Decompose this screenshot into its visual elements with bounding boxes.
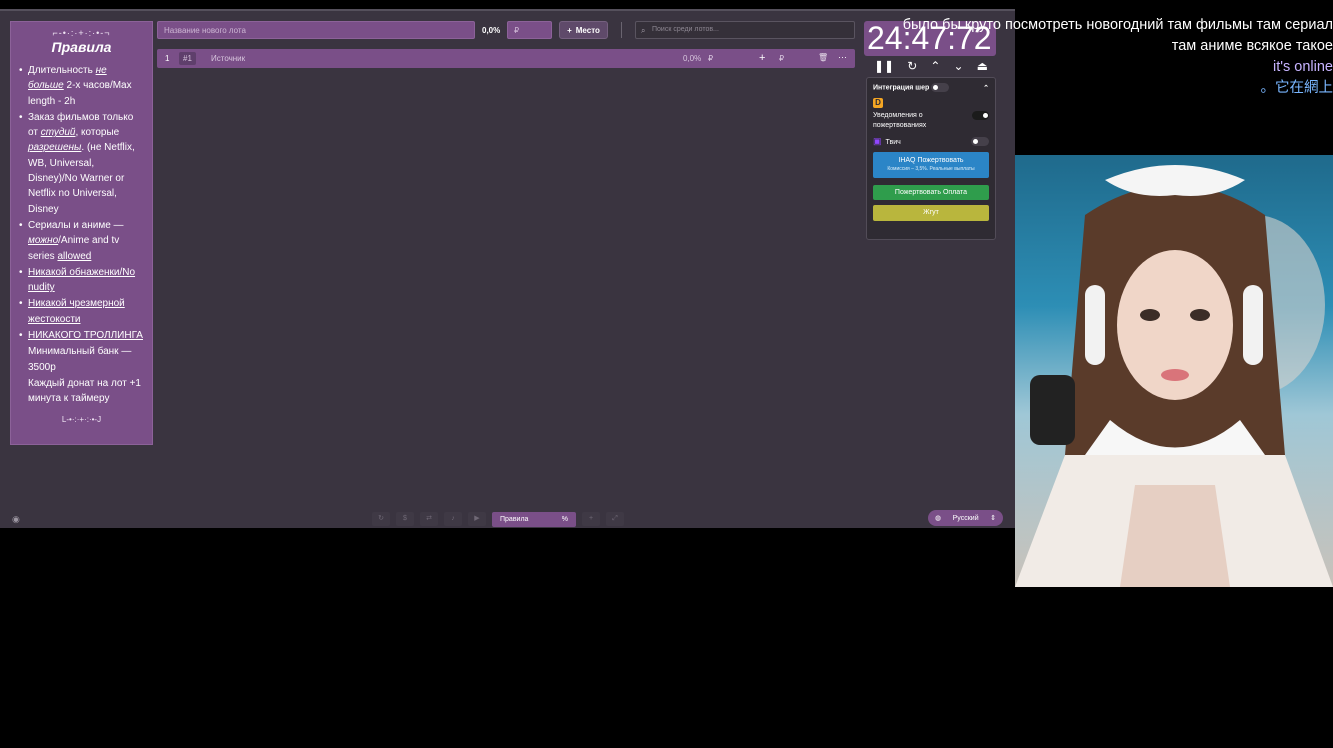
search-icon: ⌕ [641,26,646,35]
rule-no-violence: Никакой чрезмерной жестокости [19,296,144,327]
add-place-label: Место [575,25,600,35]
bottom-toolbar: ↻ $ ⇄ ♪ ▶ Правила % + ⤢ [372,511,624,527]
rule-duration: Длительность не больше 2-х часов/Max len… [19,63,144,109]
rules-tab[interactable]: Правила % [492,511,576,527]
language-select[interactable]: ◍ Русский ⇕ [928,510,1003,526]
twitch-icon: ▣ [873,136,882,146]
webcam-figure [1015,165,1333,587]
lot-tag: #1 [179,52,196,65]
chevron-updown-icon: ⇕ [990,515,996,522]
notifications-toggle[interactable] [972,111,989,120]
lot-add-amount-input[interactable]: ₽ [779,54,784,63]
eye-icon[interactable]: ◉ [12,514,20,525]
globe-icon: ◍ [935,515,942,522]
rule-min-bank: Минимальный банк — 3500р [28,346,132,373]
lot-index: 1 [165,54,170,63]
rules-list: Длительность не больше 2-х часов/Max len… [19,63,144,407]
rules-ornament-top: ⌐-•·:·+·:·•-¬ [52,28,111,38]
ihaq-label: IHAQ Пожертвовать [898,157,964,164]
plus-icon[interactable]: + [582,512,600,526]
rule-donate-timer: Каждый донат на лот +1 минута к таймеру [28,377,141,405]
jgut-button[interactable]: Жгут [873,205,989,221]
add-place-button[interactable]: + Место [559,21,608,39]
donationalerts-icon: D [873,98,883,108]
lot-row: 1 #1 Источник 0,0% ₽ + ₽ 🗑 ··· [157,49,855,68]
shuffle-icon[interactable]: ⇄ [420,512,438,526]
pause-icon[interactable]: ❚❚ [874,59,894,73]
twitch-row: ▣ Твич [873,136,989,147]
rule-studios: Заказ фильмов только от студий, которые … [19,110,144,217]
ihaq-donate-button[interactable]: IHAQ Пожертвовать Комиссия – 3,5%. Реаль… [873,152,989,178]
percent-icon: % [561,515,568,523]
chat-line: там аниме всякое такое [1171,38,1333,54]
donate-pay-button[interactable]: Пожертвовать Оплата [873,185,989,200]
video-icon[interactable]: ▶ [468,512,486,526]
lot-amount: ₽ [708,54,714,63]
rule-no-nudity: Никакой обнаженки/No nudity [19,265,144,296]
notifications-label: Уведомления о пожертвованиях [873,112,927,129]
rules-title: Правила [51,39,112,55]
dollar-icon[interactable]: $ [396,512,414,526]
twitch-label: Твич [885,139,901,146]
rules-ornament-bottom: L-•·:·+·:·•-J [61,415,102,424]
new-lot-amount-input[interactable]: ₽ [507,21,552,39]
integration-panel: Интеграция шер ⌃ D Уведомления о пожертв… [866,77,996,240]
trash-icon[interactable]: 🗑 [818,53,828,62]
new-lot-name-input[interactable]: Название нового лота [157,21,475,39]
bell-icon[interactable]: ♪ [444,512,462,526]
chat-overlay: было бы круто посмотреть новогодний там … [903,15,1333,99]
chat-line: было бы круто посмотреть новогодний там … [902,17,1333,33]
chat-line: 。它在網上 [1260,80,1333,96]
chat-line: it's online [1273,59,1333,75]
rules-panel: ⌐-•·:·+·:·•-¬ Правила Длительность не бо… [10,21,153,445]
search-placeholder: Поиск среди лотов... [652,26,719,33]
ihaq-sublabel: Комиссия – 3,5%. Реальные выплаты [887,166,975,172]
plus-icon: + [567,25,572,35]
webcam-feed [1015,155,1333,587]
link-icon[interactable]: ⤢ [606,512,624,526]
refresh-icon[interactable]: ↻ [372,512,390,526]
new-lot-percent: 0,0% [482,26,501,35]
rule-no-trolling: НИКАКОГО ТРОЛЛИНГА [19,328,144,344]
rules-tab-label: Правила [500,515,529,523]
plus-icon[interactable]: + [759,52,765,64]
auction-app-window: ⌐-•·:·+·:·•-¬ Правила Длительность не бо… [0,9,1015,528]
lot-source-input[interactable]: Источник [211,54,245,63]
lot-percent: 0,0% [683,54,702,63]
screen: ⌐-•·:·+·:·•-¬ Правила Длительность не бо… [0,0,1333,748]
rule-series-anime: Сериалы и аниме — можно/Anime and tv ser… [19,218,144,264]
lot-search-input[interactable]: ⌕ Поиск среди лотов... [635,21,855,39]
twitch-toggle[interactable] [971,137,989,146]
toolbar-divider [621,22,622,38]
notifications-row: Уведомления о пожертвованиях [873,111,989,131]
language-label: Русский [952,514,979,522]
more-icon[interactable]: ··· [838,52,847,62]
